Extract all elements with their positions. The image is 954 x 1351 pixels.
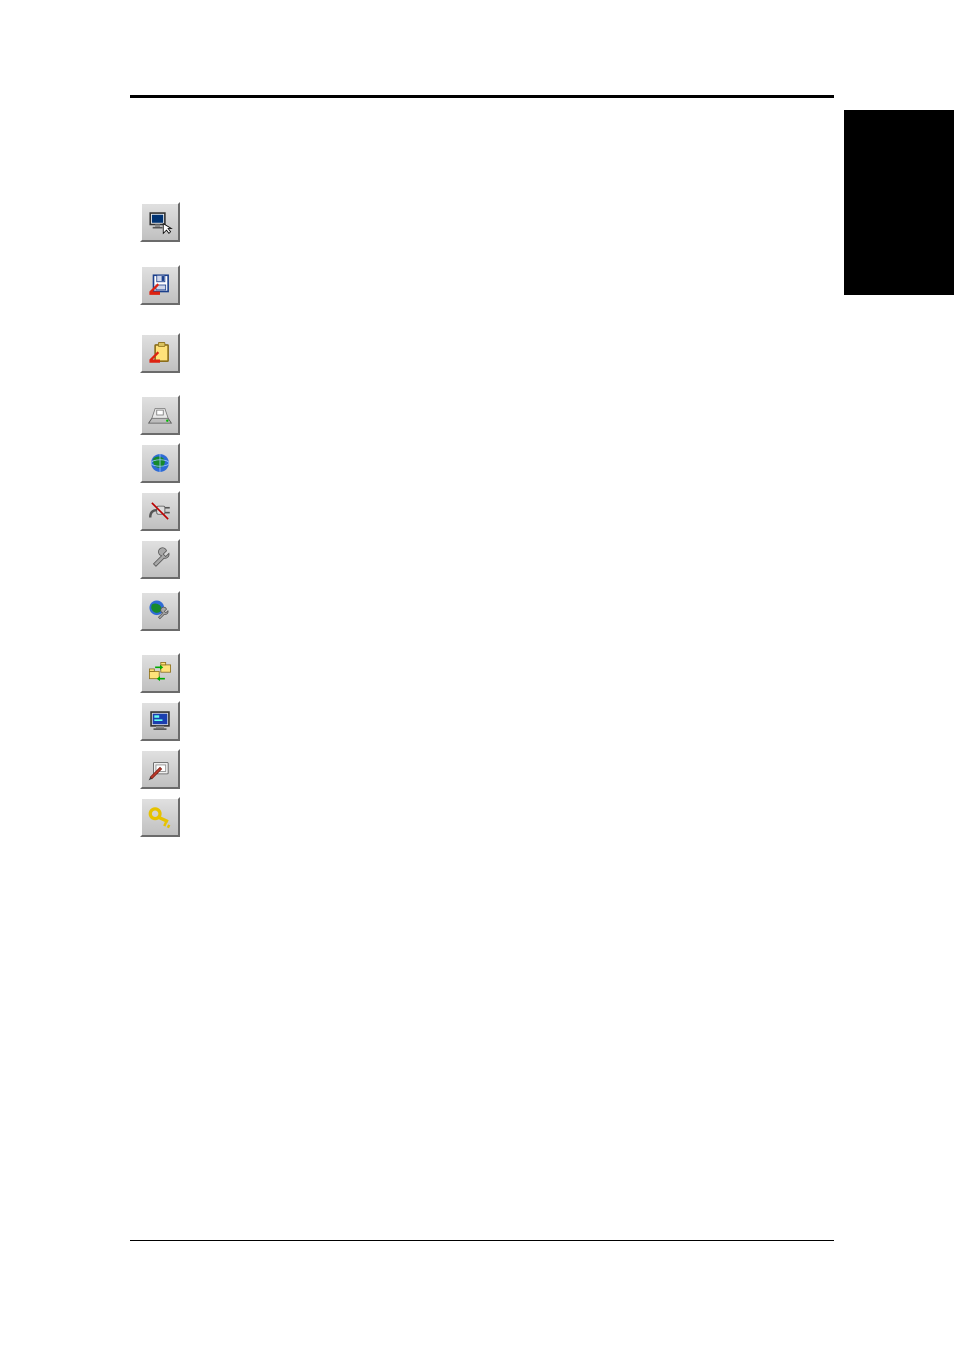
clipboard-arrow-icon[interactable] [140, 333, 180, 373]
blue-screen-icon[interactable] [140, 701, 180, 741]
key-icon[interactable] [140, 797, 180, 837]
plug-icon[interactable] [140, 491, 180, 531]
disk-arrow-icon[interactable] [140, 265, 180, 305]
page [0, 0, 954, 1351]
world-wrench-icon[interactable] [140, 591, 180, 631]
bottom-rule [130, 1240, 834, 1241]
top-rule [130, 95, 834, 98]
monitor-cursor-icon[interactable] [140, 202, 180, 242]
pen-tablet-icon[interactable] [140, 749, 180, 789]
side-tab [844, 110, 954, 295]
scanner-icon[interactable] [140, 395, 180, 435]
wrench-icon[interactable] [140, 539, 180, 579]
folders-transfer-icon[interactable] [140, 653, 180, 693]
globe-icon[interactable] [140, 443, 180, 483]
